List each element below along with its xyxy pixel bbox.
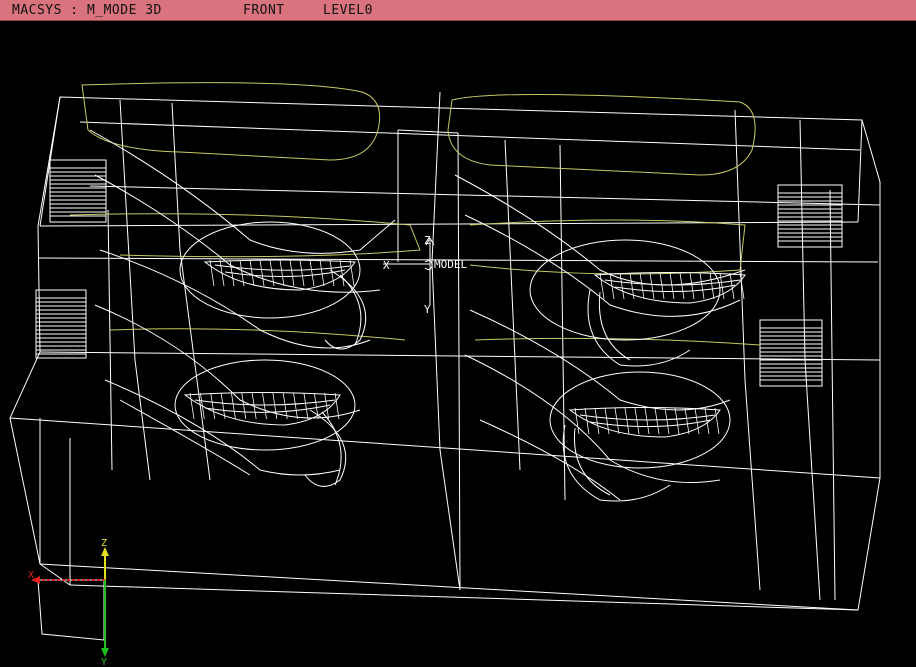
mesh-line	[189, 392, 195, 420]
mesh-line	[694, 407, 700, 435]
mesh-line	[259, 259, 265, 287]
mesh-line	[634, 407, 640, 435]
mesh-line	[649, 272, 655, 300]
mesh-line	[210, 392, 216, 420]
mesh-line	[619, 272, 625, 300]
mesh-line	[609, 272, 615, 300]
blade-mesh-left-upper	[203, 259, 367, 350]
right-notches	[759, 184, 843, 387]
mesh-line	[614, 407, 620, 435]
mesh-line	[293, 392, 298, 420]
mesh-line	[303, 392, 309, 420]
view-name[interactable]: FRONT	[243, 3, 285, 18]
mesh-line	[689, 272, 695, 300]
window-title: MACSYS : M_MODE 3D	[12, 3, 162, 18]
model-origin-axes	[383, 237, 435, 305]
mesh-line	[659, 272, 665, 300]
mesh-line	[199, 392, 205, 420]
mesh-line	[279, 259, 285, 287]
left-notches	[35, 159, 107, 359]
model-axis-y-label: Y	[424, 303, 431, 316]
mesh-line	[339, 259, 345, 287]
mesh-line	[594, 407, 600, 435]
mold-block-wireframe	[9, 91, 881, 611]
mesh-line	[313, 392, 319, 420]
triad-x-label: X	[28, 570, 34, 581]
mesh-line	[644, 407, 650, 435]
mesh-line	[231, 392, 236, 420]
mesh-line	[599, 272, 605, 300]
title-bar: MACSYS : M_MODE 3D FRONT LEVEL0	[0, 0, 916, 21]
model-axis-z-label: Z	[424, 234, 431, 247]
mesh-line	[574, 407, 580, 435]
model-origin-label: MODEL	[434, 258, 467, 271]
blade-mesh-right-upper	[587, 272, 746, 367]
mesh-line	[664, 407, 670, 435]
mesh-line	[262, 392, 267, 420]
level-indicator[interactable]: LEVEL0	[323, 3, 373, 18]
mesh-line	[674, 407, 680, 435]
mesh-line	[241, 392, 247, 420]
mesh-line	[709, 272, 715, 300]
mesh-line	[289, 259, 295, 287]
mesh-line	[669, 272, 675, 300]
mesh-line	[639, 272, 645, 300]
mesh-line	[272, 392, 278, 420]
mesh-line	[219, 259, 225, 287]
triad-z-label: Z	[101, 538, 107, 549]
mesh-line	[699, 272, 705, 300]
mesh-line	[209, 259, 215, 287]
mesh-line	[654, 407, 660, 435]
mesh-line	[309, 259, 315, 287]
triad-y-label: Y	[101, 657, 107, 667]
mesh-line	[249, 259, 255, 287]
mesh-line	[684, 407, 690, 435]
mesh-line	[624, 407, 630, 435]
mesh-line	[679, 272, 685, 300]
mesh-line	[604, 407, 610, 435]
mesh-line	[319, 259, 325, 287]
cad-viewport[interactable]: X Z Y MODEL Z X Y	[0, 21, 916, 667]
model-axis-x-label: X	[383, 259, 390, 272]
mesh-line	[299, 259, 305, 287]
blade-sweeps-left	[89, 129, 396, 476]
